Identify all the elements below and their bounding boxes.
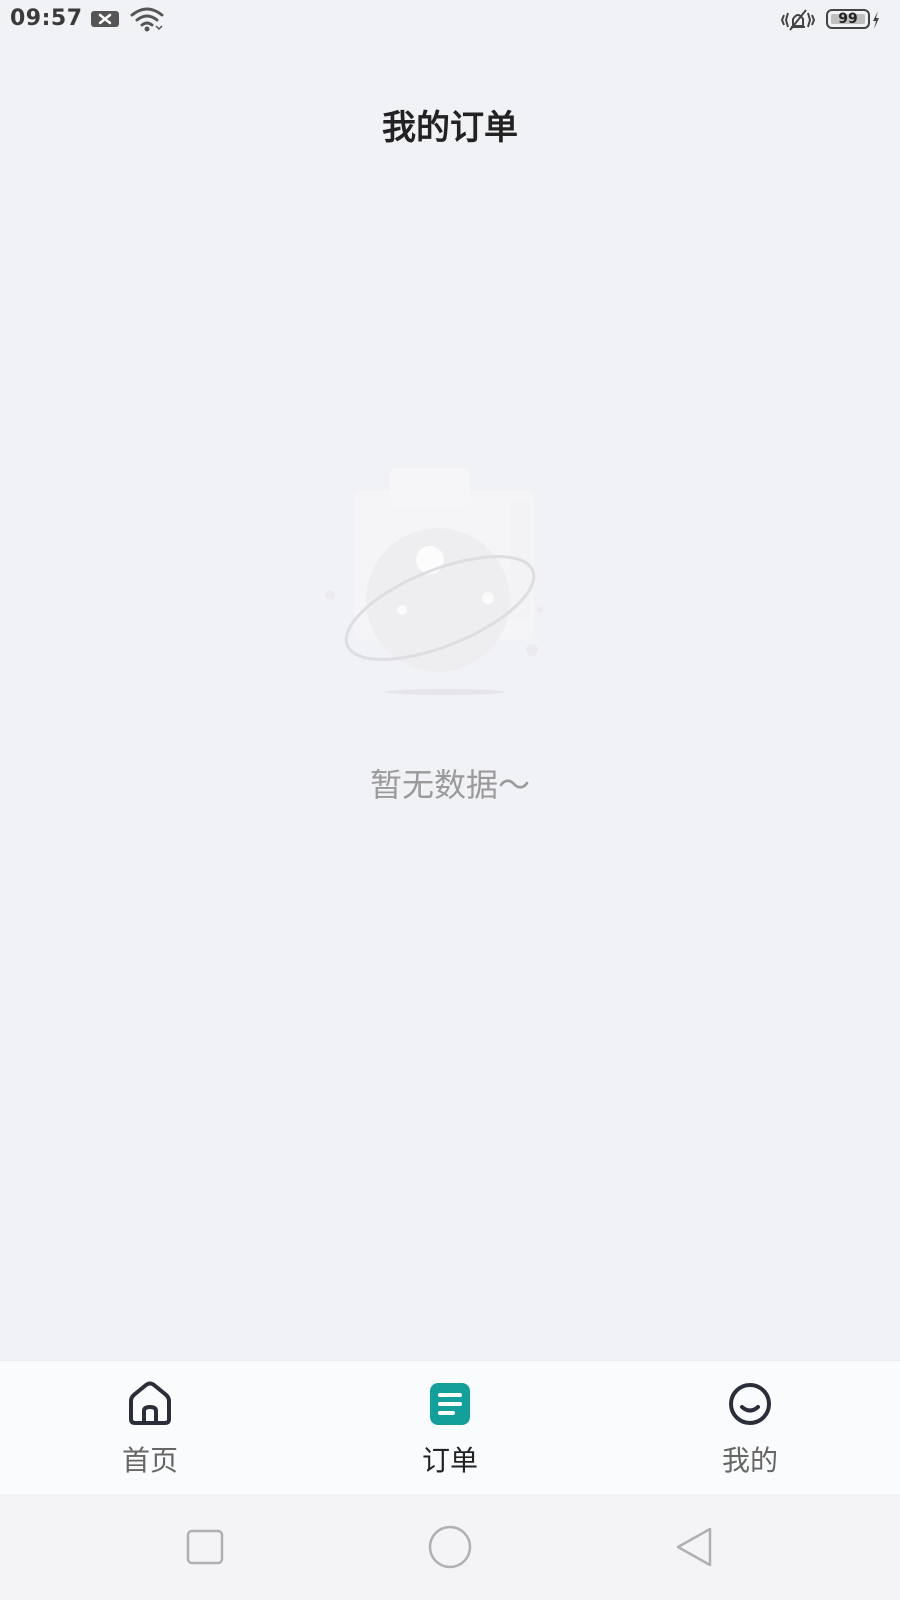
tab-label-orders: 订单	[421, 1444, 478, 1477]
battery-level: 99	[838, 11, 858, 27]
notification-x-icon	[91, 11, 119, 27]
order-list-icon	[430, 1383, 470, 1425]
tab-label-home: 首页	[121, 1444, 178, 1477]
status-time: 09:57	[10, 6, 83, 31]
smile-icon	[729, 1383, 771, 1425]
recent-apps-icon[interactable]	[180, 1522, 230, 1572]
charging-icon	[873, 11, 879, 29]
home-circle-icon[interactable]	[425, 1522, 475, 1572]
tab-orders[interactable]: 订单	[300, 1361, 600, 1495]
empty-state-message: 暂无数据～	[369, 766, 530, 804]
page-title: 我的订单	[382, 108, 518, 148]
wifi-icon	[130, 7, 164, 32]
home-icon	[129, 1381, 171, 1425]
vibrate-icon	[780, 9, 816, 31]
tab-home[interactable]: 首页	[0, 1361, 300, 1495]
system-nav-bar	[0, 1494, 900, 1600]
tab-bar: 首页 订单 我的	[0, 1360, 900, 1495]
battery-icon: 99	[826, 9, 879, 31]
planet-icon	[325, 468, 543, 695]
tab-label-mine: 我的	[721, 1444, 778, 1477]
back-triangle-icon[interactable]	[670, 1522, 720, 1572]
status-bar: 09:57 99	[0, 0, 900, 40]
tab-mine[interactable]: 我的	[600, 1361, 900, 1495]
